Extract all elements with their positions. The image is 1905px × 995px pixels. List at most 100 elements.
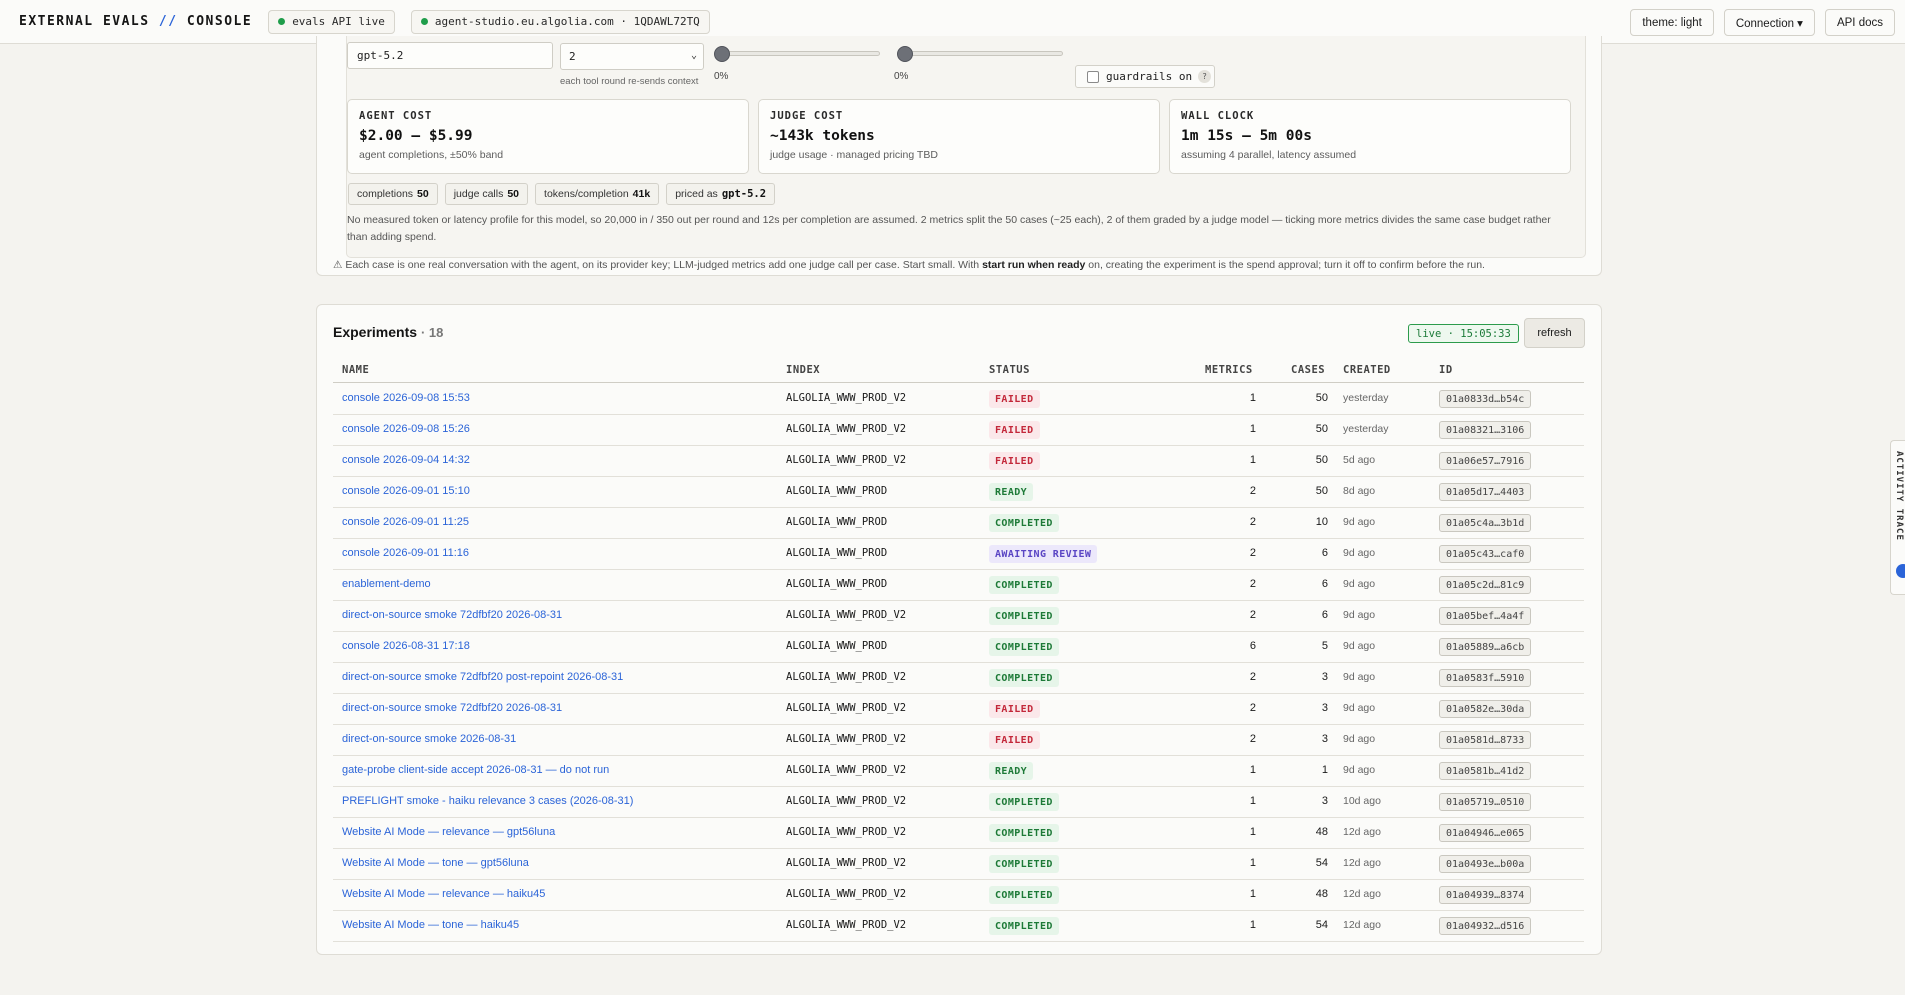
experiment-id-chip[interactable]: 01a08321…3106 (1439, 421, 1532, 439)
col-created[interactable]: CREATED (1343, 364, 1391, 376)
experiment-id[interactable]: 01a05bef…4a4f (1439, 607, 1532, 625)
experiment-name-link[interactable]: console 2026-09-04 14:32 (342, 454, 470, 466)
tool-rounds-select[interactable]: 2 ⌄ (560, 43, 704, 70)
experiment-name-link[interactable]: Website AI Mode — relevance — gpt56luna (342, 826, 555, 838)
table-row[interactable]: direct-on-source smoke 72dfbf20 post-rep… (333, 663, 1584, 694)
api-docs-button[interactable]: API docs (1824, 9, 1895, 36)
table-row[interactable]: console 2026-09-08 15:53 ALGOLIA_WWW_PROD… (333, 384, 1584, 415)
experiment-name-link[interactable]: console 2026-09-08 15:26 (342, 423, 470, 435)
experiment-id[interactable]: 01a0581b…41d2 (1439, 762, 1532, 780)
experiment-name-link[interactable]: Website AI Mode — relevance — haiku45 (342, 888, 545, 900)
experiment-name-link[interactable]: direct-on-source smoke 72dfbf20 2026-08-… (342, 702, 562, 714)
experiment-id-chip[interactable]: 01a05c4a…3b1d (1439, 514, 1532, 532)
col-cases[interactable]: CASES (1291, 364, 1325, 376)
guardrails-toggle[interactable]: guardrails on ? (1075, 65, 1215, 88)
experiment-id-chip[interactable]: 01a04939…8374 (1439, 886, 1532, 904)
table-row[interactable]: enablement-demo ALGOLIA_WWW_PROD COMPLETED… (333, 570, 1584, 601)
experiment-id-chip[interactable]: 01a05c2d…81c9 (1439, 576, 1532, 594)
slider-1-thumb[interactable] (714, 46, 730, 62)
experiment-id[interactable]: 01a0833d…b54c (1439, 390, 1532, 408)
experiment-id[interactable]: 01a05719…0510 (1439, 793, 1532, 811)
col-name[interactable]: NAME (342, 364, 369, 376)
table-row[interactable]: console 2026-09-01 15:10 ALGOLIA_WWW_PROD… (333, 477, 1584, 508)
experiment-created: 12d ago (1343, 888, 1381, 900)
help-icon[interactable]: ? (1198, 70, 1212, 83)
slider-2[interactable] (897, 46, 1242, 62)
status-dot-icon (278, 18, 286, 25)
table-row[interactable]: gate-probe client-side accept 2026-08-31… (333, 756, 1584, 787)
experiment-id-chip[interactable]: 01a0833d…b54c (1439, 390, 1532, 408)
table-row[interactable]: console 2026-09-08 15:26 ALGOLIA_WWW_PROD… (333, 415, 1584, 446)
experiment-id-chip[interactable]: 01a05889…a6cb (1439, 638, 1532, 656)
experiment-name-link[interactable]: PREFLIGHT smoke - haiku relevance 3 case… (342, 795, 633, 807)
col-status[interactable]: STATUS (989, 364, 1030, 376)
experiment-id[interactable]: 01a04932…d516 (1439, 917, 1532, 935)
experiment-name-link[interactable]: direct-on-source smoke 72dfbf20 post-rep… (342, 671, 623, 683)
experiment-cases: 3 (1321, 671, 1328, 683)
experiment-id-chip[interactable]: 01a0582e…30da (1439, 700, 1532, 718)
table-row[interactable]: Website AI Mode — tone — gpt56luna ALGOLI… (333, 849, 1584, 880)
experiment-index: ALGOLIA_WWW_PROD (786, 485, 888, 497)
experiment-id-chip[interactable]: 01a06e57…7916 (1439, 452, 1532, 470)
table-row[interactable]: Website AI Mode — relevance — haiku45 ALG… (333, 880, 1584, 911)
experiment-name-link[interactable]: enablement-demo (342, 578, 431, 590)
experiment-id[interactable]: 01a0493e…b00a (1439, 855, 1532, 873)
refresh-button[interactable]: refresh (1524, 318, 1585, 348)
experiment-id-chip[interactable]: 01a04946…e065 (1439, 824, 1532, 842)
experiment-id-chip[interactable]: 01a0583f…5910 (1439, 669, 1532, 687)
table-row[interactable]: direct-on-source smoke 2026-08-31 ALGOLIA… (333, 725, 1584, 756)
experiment-name-link[interactable]: console 2026-09-01 15:10 (342, 485, 470, 497)
guardrails-checkbox[interactable] (1087, 70, 1099, 83)
experiment-name-link[interactable]: gate-probe client-side accept 2026-08-31… (342, 764, 609, 776)
experiment-id[interactable]: 01a05d17…4403 (1439, 483, 1532, 501)
col-metrics[interactable]: METRICS (1205, 364, 1253, 376)
experiment-name-link[interactable]: direct-on-source smoke 72dfbf20 2026-08-… (342, 609, 562, 621)
theme-toggle-button[interactable]: theme: light (1630, 9, 1714, 36)
experiment-id[interactable]: 01a06e57…7916 (1439, 452, 1532, 470)
agent-cost-value: $2.00 – $5.99 (359, 128, 473, 144)
connection-menu-button[interactable]: Connection ▾ (1723, 9, 1815, 36)
experiment-id[interactable]: 01a08321…3106 (1439, 421, 1532, 439)
experiment-id-chip[interactable]: 01a05c43…caf0 (1439, 545, 1532, 563)
table-row[interactable]: console 2026-09-04 14:32 ALGOLIA_WWW_PROD… (333, 446, 1584, 477)
experiment-id[interactable]: 01a05c4a…3b1d (1439, 514, 1532, 532)
table-row[interactable]: Website AI Mode — relevance — gpt56luna A… (333, 818, 1584, 849)
table-row[interactable]: Website AI Mode — tone — haiku45 ALGOLIA_… (333, 911, 1584, 942)
experiment-name-link[interactable]: Website AI Mode — tone — gpt56luna (342, 857, 529, 869)
table-row[interactable]: console 2026-09-01 11:16 ALGOLIA_WWW_PROD… (333, 539, 1584, 570)
table-row[interactable]: direct-on-source smoke 72dfbf20 2026-08-… (333, 694, 1584, 725)
slider-2-track[interactable] (903, 51, 1063, 56)
experiment-id[interactable]: 01a0582e…30da (1439, 700, 1532, 718)
experiment-id[interactable]: 01a05c43…caf0 (1439, 545, 1532, 563)
slider-1-track[interactable] (720, 51, 880, 56)
experiment-id[interactable]: 01a05c2d…81c9 (1439, 576, 1532, 594)
experiment-id[interactable]: 01a04946…e065 (1439, 824, 1532, 842)
experiment-name-link[interactable]: console 2026-09-01 11:25 (342, 516, 469, 528)
col-index[interactable]: INDEX (786, 364, 820, 376)
experiment-id-chip[interactable]: 01a05719…0510 (1439, 793, 1532, 811)
experiment-id[interactable]: 01a0583f…5910 (1439, 669, 1532, 687)
experiment-id[interactable]: 01a05889…a6cb (1439, 638, 1532, 656)
experiment-name-link[interactable]: console 2026-09-08 15:53 (342, 392, 470, 404)
table-row[interactable]: console 2026-08-31 17:18 ALGOLIA_WWW_PROD… (333, 632, 1584, 663)
experiment-cases: 50 (1315, 392, 1328, 404)
table-row[interactable]: direct-on-source smoke 72dfbf20 2026-08-… (333, 601, 1584, 632)
activity-trace-tab[interactable]: ACTIVITY TRACE (1890, 440, 1905, 595)
experiment-name-link[interactable]: Website AI Mode — tone — haiku45 (342, 919, 519, 931)
model-input[interactable]: gpt-5.2 (347, 42, 553, 69)
experiment-id-chip[interactable]: 01a0493e…b00a (1439, 855, 1532, 873)
table-row[interactable]: console 2026-09-01 11:25 ALGOLIA_WWW_PROD… (333, 508, 1584, 539)
experiment-id-chip[interactable]: 01a05d17…4403 (1439, 483, 1532, 501)
experiment-name-link[interactable]: console 2026-08-31 17:18 (342, 640, 470, 652)
experiment-id-chip[interactable]: 01a0581b…41d2 (1439, 762, 1532, 780)
experiment-id[interactable]: 01a04939…8374 (1439, 886, 1532, 904)
experiment-id-chip[interactable]: 01a0581d…8733 (1439, 731, 1532, 749)
experiment-id-chip[interactable]: 01a04932…d516 (1439, 917, 1532, 935)
slider-2-thumb[interactable] (897, 46, 913, 62)
col-id[interactable]: ID (1439, 364, 1453, 376)
table-row[interactable]: PREFLIGHT smoke - haiku relevance 3 case… (333, 787, 1584, 818)
experiment-id[interactable]: 01a0581d…8733 (1439, 731, 1532, 749)
experiment-id-chip[interactable]: 01a05bef…4a4f (1439, 607, 1532, 625)
experiment-name-link[interactable]: console 2026-09-01 11:16 (342, 547, 469, 559)
experiment-name-link[interactable]: direct-on-source smoke 2026-08-31 (342, 733, 516, 745)
